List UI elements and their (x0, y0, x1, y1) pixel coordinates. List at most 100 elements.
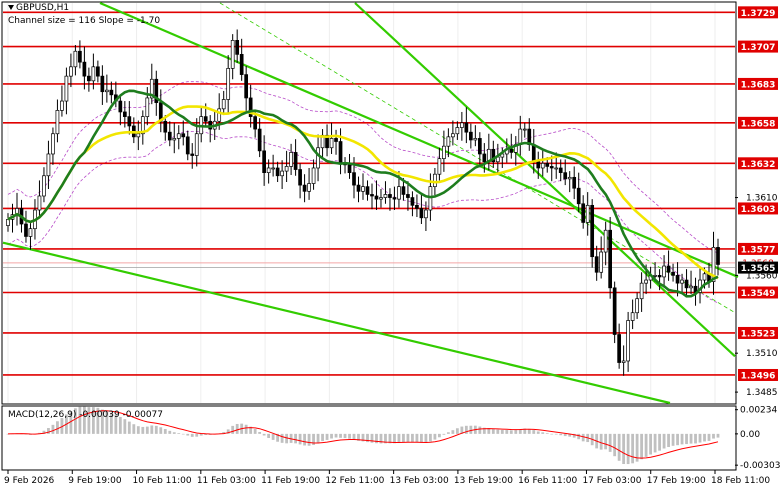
candle-body (64, 75, 69, 102)
time-label: 11 Feb 03:00 (197, 476, 256, 486)
candle-body (572, 176, 577, 189)
candle-body (397, 186, 401, 200)
macd-bar (455, 428, 459, 434)
candle-body (109, 89, 114, 96)
candle-body (433, 173, 437, 188)
candle-body (554, 167, 559, 170)
macd-bar (199, 433, 203, 436)
macd-axis-label: -0.00303 (740, 461, 780, 471)
candle-body (464, 122, 469, 133)
candle-body (379, 197, 383, 200)
macd-bar (608, 433, 612, 452)
candle-body (275, 167, 280, 177)
time-label: 9 Feb 2026 (4, 476, 55, 486)
macd-bar (271, 433, 275, 440)
level-label: 1.3632 (741, 160, 776, 170)
candle-body (266, 167, 271, 173)
candle-body (73, 50, 78, 68)
candle-body (594, 256, 599, 273)
candle-body (69, 66, 73, 77)
candle-body (671, 271, 675, 276)
macd-bar (334, 433, 338, 438)
macd-bar (294, 433, 297, 444)
candle-body (230, 40, 235, 69)
macd-bar (658, 433, 661, 451)
level-label: 1.3549 (741, 289, 776, 299)
macd-bar (393, 433, 396, 444)
macd-bar (442, 433, 446, 435)
candle-body (334, 138, 338, 142)
macd-bar (622, 433, 626, 465)
macd-bar (280, 433, 284, 443)
macd-bar (676, 433, 679, 446)
macd-bar (411, 433, 414, 443)
candlesticks (6, 29, 720, 376)
candle-body (482, 153, 487, 163)
candle-body (716, 247, 720, 265)
macd-bar (640, 433, 644, 460)
time-axis: 9 Feb 2026 9 Feb 19:00 10 Feb 11:00 11 Feb … (4, 470, 770, 486)
macd-bar (626, 433, 630, 465)
macd-bar (267, 433, 271, 438)
candle-body (194, 133, 199, 156)
current-price-label: 1.3565 (741, 264, 776, 274)
macd-bar (617, 433, 621, 461)
macd-bar (262, 433, 266, 436)
candle-body (338, 141, 343, 164)
price-axis: 1.3729 1.3707 1.3683 1.3658 1.3632 1.3603 1.35… (735, 6, 778, 398)
candle-body (657, 275, 662, 278)
macd-bar (348, 433, 351, 439)
candle-body (590, 204, 595, 258)
macd-bar (253, 428, 257, 434)
time-label: 17 Feb 19:00 (647, 476, 706, 486)
macd-axis-label: 0.00 (740, 430, 760, 440)
candle-body (662, 265, 666, 278)
macd-bar (563, 433, 567, 437)
macd-bar (420, 433, 423, 443)
candle-body (217, 108, 222, 122)
candle-body (105, 89, 109, 93)
candle-body (42, 175, 46, 197)
macd-bar (429, 433, 432, 442)
candle-body (392, 197, 397, 200)
macd-bar (716, 433, 720, 438)
candle-body (298, 169, 302, 186)
macd-bar (177, 433, 181, 434)
channel-info: Channel size = 116 Slope = -1.70 (8, 16, 161, 26)
candle-body (509, 148, 514, 153)
candle-body (78, 50, 82, 63)
macd-bar (56, 421, 59, 434)
macd-bar (541, 432, 545, 434)
macd-bar (235, 423, 239, 434)
candle-body (468, 131, 473, 141)
axis-tick-label: 1.3610 (746, 194, 778, 204)
candle-body (311, 167, 316, 184)
candle-body (653, 275, 657, 277)
macd-bar (545, 433, 549, 434)
candle-body (347, 164, 352, 173)
macd-bar (47, 428, 50, 434)
candle-body (293, 152, 298, 170)
macd-bar (195, 433, 199, 437)
candle-body (302, 184, 307, 192)
candle-body (639, 282, 644, 300)
macd-bar (163, 429, 167, 434)
macd-bar (307, 433, 311, 446)
macd-bar (644, 433, 648, 457)
candle-body (563, 172, 568, 180)
candle-body (262, 150, 266, 173)
macd-bar (536, 431, 540, 434)
candle-body (644, 279, 648, 284)
candle-body (127, 116, 132, 127)
macd-bar (437, 433, 441, 438)
macd-bar (662, 433, 666, 449)
macd-bar (532, 430, 536, 434)
macd-bar (667, 433, 670, 447)
macd-bar (330, 433, 333, 439)
candle-body (118, 100, 123, 113)
macd-bar (689, 433, 693, 444)
candle-body (352, 172, 356, 186)
candle-body (253, 116, 258, 130)
macd-bar (415, 433, 419, 443)
candle-body (329, 138, 334, 149)
